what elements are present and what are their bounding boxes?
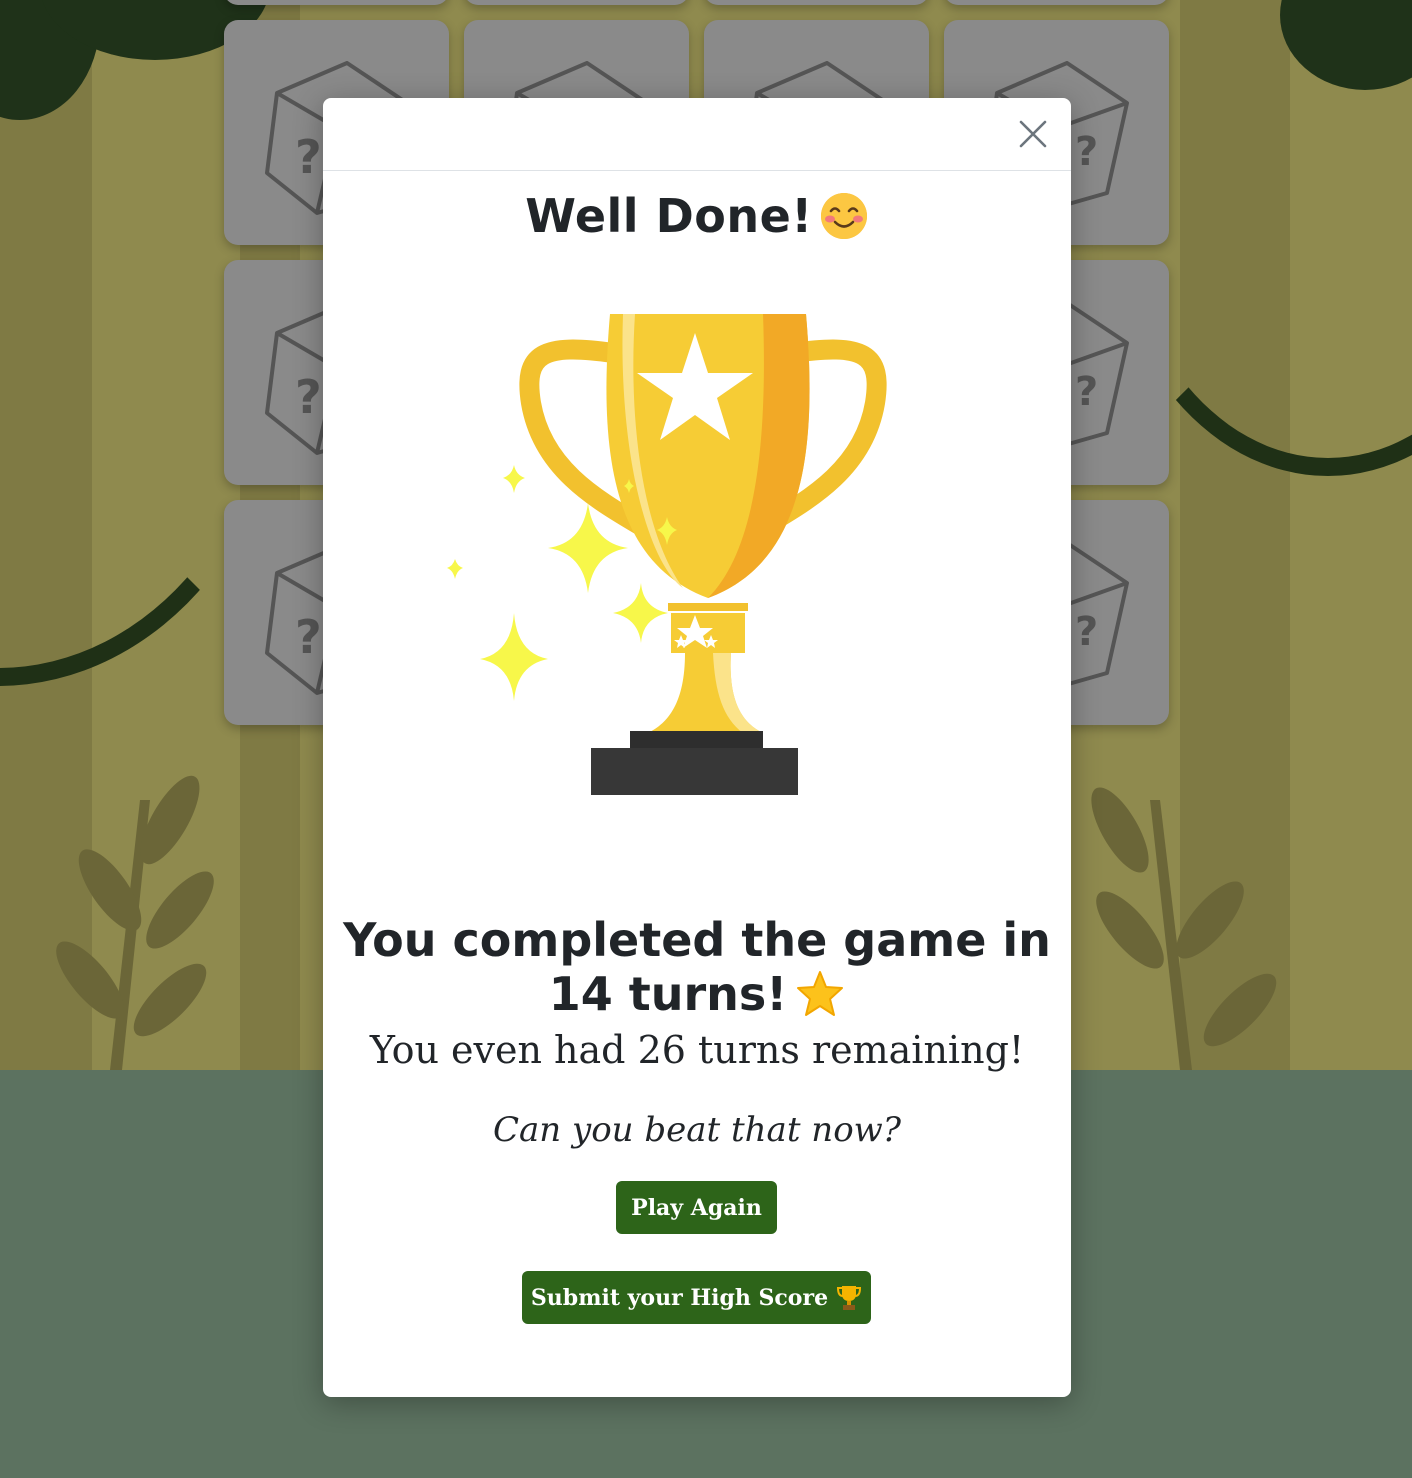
smiling-face-emoji	[820, 193, 867, 239]
submit-high-score-button[interactable]: Submit your High Score	[522, 1271, 871, 1324]
star-emoji	[797, 971, 844, 1016]
modal-header	[323, 98, 1071, 171]
game-complete-modal: Well Done! You completed the game in 14 …	[323, 98, 1071, 1397]
turns-line: 14 turns!	[343, 967, 1051, 1021]
title-text: Well Done!	[525, 189, 813, 243]
play-again-label: Play Again	[631, 1194, 762, 1221]
completed-text: You completed the game in	[343, 913, 1051, 967]
turns-remaining-text: You even had 26 turns remaining!	[369, 1028, 1025, 1072]
modal-title: Well Done!	[323, 189, 1071, 243]
trophy-illustration	[423, 303, 971, 823]
play-again-button[interactable]: Play Again	[616, 1181, 777, 1234]
completion-message: You completed the game in 14 turns!	[343, 913, 1051, 1021]
turns-count-text: 14 turns!	[548, 967, 788, 1021]
trophy-icon	[837, 1285, 862, 1310]
close-icon	[1019, 120, 1047, 148]
submit-score-label: Submit your High Score	[530, 1284, 829, 1311]
challenge-text: Can you beat that now?	[493, 1110, 901, 1150]
close-button[interactable]	[1015, 116, 1051, 152]
